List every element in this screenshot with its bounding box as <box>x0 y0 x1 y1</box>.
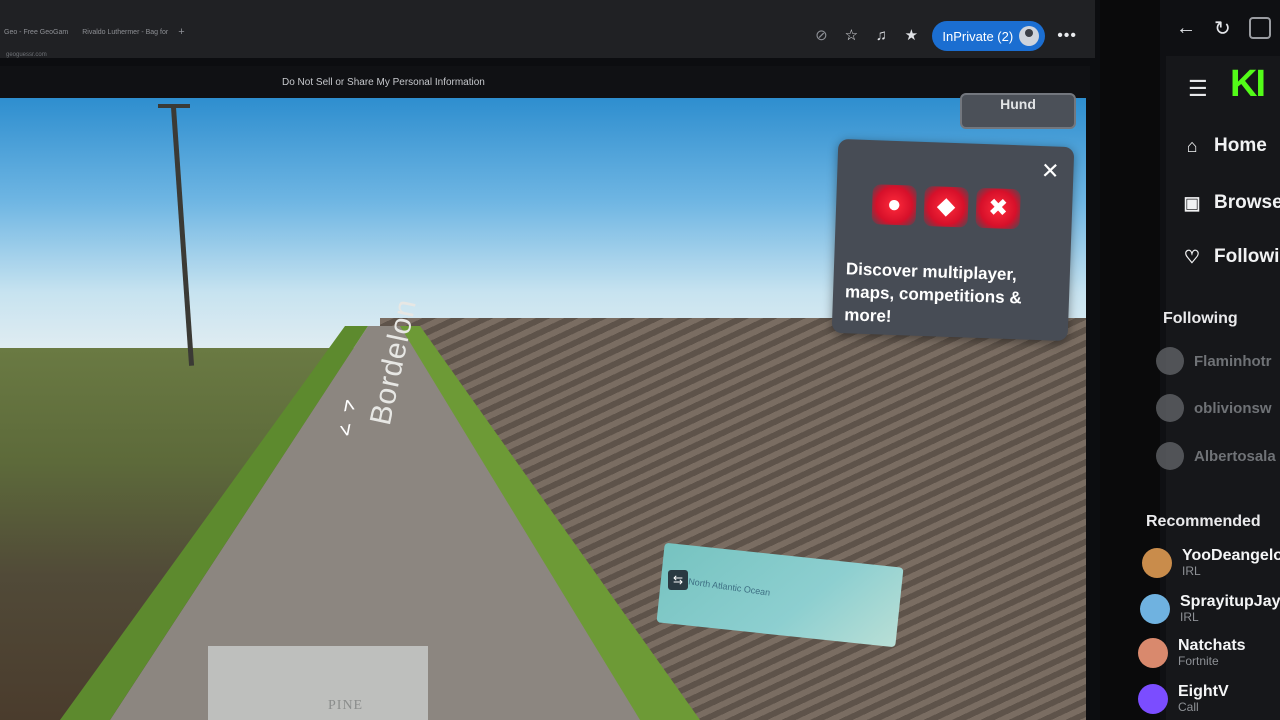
channel-name: EightV <box>1178 683 1229 700</box>
channel-name: Flaminhotr <box>1194 352 1272 370</box>
competitions-icon: ✖ <box>975 187 1021 230</box>
map-preview-strip <box>208 646 428 720</box>
channel-name: Albertosala <box>1194 447 1276 465</box>
favorites-icon[interactable]: ★ <box>902 27 920 45</box>
channel-category: Call <box>1178 700 1199 714</box>
nav-home[interactable]: ⌂ Home <box>1182 135 1267 157</box>
channel-name: YooDeangelo <box>1182 547 1280 564</box>
popup-message: Discover multiplayer, maps, competitions… <box>843 259 1022 326</box>
nav-browse[interactable]: ▣ Browse <box>1182 192 1280 214</box>
following-item[interactable]: Flaminhotr <box>1156 347 1272 375</box>
tab-strip: Geo - Free GeoGam Rivaldo Luthermer - Ba… <box>0 24 185 40</box>
toolbar-actions: ⊘ ☆ ♫ ★ InPrivate (2) ••• <box>812 21 1077 51</box>
nav-home-label: Home <box>1214 135 1267 156</box>
right-browser-toolbar: ← ↻ <box>1168 8 1280 48</box>
recommended-item[interactable]: YooDeangelo IRL <box>1142 548 1280 578</box>
home-icon: ⌂ <box>1186 135 1198 156</box>
avatar <box>1138 684 1168 714</box>
multiplayer-icon: ● <box>871 184 917 226</box>
address-bar[interactable]: geoguessr.com <box>6 52 47 58</box>
browse-icon: ▣ <box>1183 192 1201 213</box>
favorite-star-icon[interactable]: ☆ <box>842 27 860 45</box>
tab-video[interactable]: Rivaldo Luthermer - Bag for <box>78 29 172 36</box>
popup-icons: ● ◆ ✖ <box>871 184 1021 230</box>
channel-name: SprayitupJay <box>1180 593 1280 610</box>
do-not-sell-link[interactable]: Do Not Sell or Share My Personal Informa… <box>282 77 485 88</box>
inprivate-button[interactable]: InPrivate (2) <box>932 21 1046 51</box>
tab-geo[interactable]: Geo - Free GeoGam <box>0 29 72 36</box>
recommended-heading: Recommended <box>1146 513 1261 530</box>
maps-icon: ◆ <box>923 185 969 228</box>
following-heading: Following <box>1163 310 1238 327</box>
avatar <box>1142 548 1172 578</box>
new-tab-button[interactable]: + <box>178 26 184 38</box>
recommended-item[interactable]: Natchats Fortnite <box>1138 638 1246 668</box>
avatar <box>1140 594 1170 624</box>
following-item[interactable]: Albertosala <box>1156 442 1276 470</box>
channel-category: IRL <box>1180 610 1199 624</box>
more-options-icon[interactable]: ••• <box>1057 27 1077 45</box>
recommended-item[interactable]: SprayitupJay IRL <box>1140 594 1280 624</box>
cookie-bar <box>0 66 1090 100</box>
profile-avatar-icon <box>1019 26 1040 46</box>
nav-following-label: Following <box>1214 246 1280 267</box>
nav-browse-label: Browse <box>1214 192 1280 213</box>
top-right-button[interactable]: Hund <box>960 93 1076 129</box>
promo-popup: ✕ ● ◆ ✖ Discover multiplayer, maps, comp… <box>831 138 1075 342</box>
back-arrow-icon[interactable]: ← <box>1176 17 1196 40</box>
channel-category: Fortnite <box>1178 654 1219 668</box>
following-item[interactable]: oblivionsw <box>1156 394 1272 422</box>
recommended-item[interactable]: EightV Call <box>1138 684 1229 714</box>
browser-toolbar: Geo - Free GeoGam Rivaldo Luthermer - Ba… <box>0 0 1095 58</box>
hamburger-menu-icon[interactable]: ☰ <box>1188 76 1208 102</box>
channel-name: oblivionsw <box>1194 399 1272 417</box>
avatar <box>1156 347 1184 375</box>
tracking-prevention-icon[interactable]: ⊘ <box>812 27 830 45</box>
inprivate-label: InPrivate (2) <box>942 28 1014 44</box>
minimap-toggle-icon[interactable]: ⇆ <box>668 570 688 590</box>
nav-following[interactable]: ♡ Following <box>1182 246 1280 268</box>
channel-category: IRL <box>1182 564 1201 578</box>
heart-icon: ♡ <box>1183 246 1201 267</box>
avatar <box>1156 442 1184 470</box>
avatar <box>1138 638 1168 668</box>
read-aloud-icon[interactable]: ♫ <box>872 27 890 45</box>
map-preview-label: PINE <box>328 698 364 713</box>
avatar <box>1156 394 1184 422</box>
close-icon[interactable]: ✕ <box>1041 158 1060 184</box>
kick-logo[interactable]: KI <box>1230 63 1266 106</box>
tab-icon[interactable] <box>1248 17 1271 39</box>
channel-name: Natchats <box>1178 637 1246 654</box>
refresh-icon[interactable]: ↻ <box>1214 16 1231 41</box>
